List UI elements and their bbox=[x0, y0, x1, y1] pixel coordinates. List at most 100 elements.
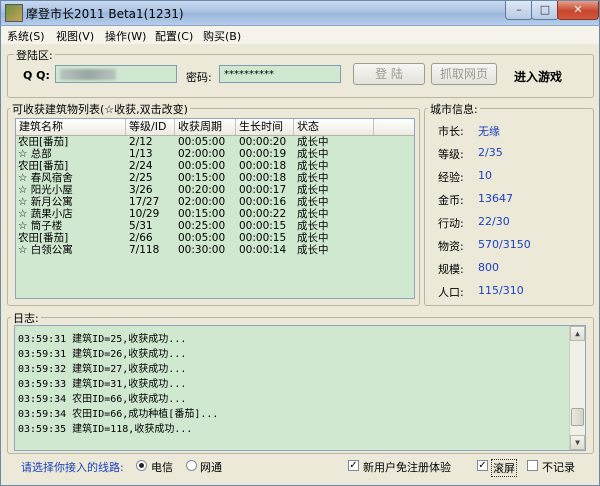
table-row[interactable]: 农田[番茄] 2/66 00:05:00 00:00:15 成长中 bbox=[16, 232, 414, 244]
cell-cycle: 00:30:00 bbox=[178, 244, 226, 256]
minimize-button[interactable]: – bbox=[505, 1, 533, 20]
city-info-value: 115/310 bbox=[478, 284, 524, 297]
cell-status: 成长中 bbox=[297, 196, 329, 208]
window-title: 摩登市长2011 Beta1(1231) bbox=[26, 7, 184, 21]
cell-name: ☆ 新月公寓 bbox=[18, 196, 73, 208]
cell-cycle: 02:00:00 bbox=[178, 196, 226, 208]
cell-growth: 00:00:15 bbox=[239, 232, 287, 244]
cell-growth: 00:00:18 bbox=[239, 160, 287, 172]
checkbox-no-log-label[interactable]: 不记录 bbox=[542, 459, 575, 475]
cell-level-id: 2/12 bbox=[129, 136, 153, 148]
city-info-label: 等级: bbox=[438, 148, 464, 161]
title-bar[interactable]: 摩登市长2011 Beta1(1231) – □ ✕ bbox=[1, 1, 599, 26]
table-row[interactable]: ☆ 筒子楼 5/31 00:25:00 00:00:15 成长中 bbox=[16, 220, 414, 232]
table-row[interactable]: ☆ 白领公寓 7/118 00:30:00 00:00:14 成长中 bbox=[16, 244, 414, 256]
city-info-value: 10 bbox=[478, 169, 492, 182]
cell-name: ☆ 筒子楼 bbox=[18, 220, 63, 232]
cell-status: 成长中 bbox=[297, 244, 329, 256]
maximize-button[interactable]: □ bbox=[531, 1, 559, 20]
scroll-up-arrow[interactable]: ▲ bbox=[570, 326, 585, 341]
table-row[interactable]: ☆ 春风宿舍 2/25 00:15:00 00:00:18 成长中 bbox=[16, 172, 414, 184]
city-info-label: 行动: bbox=[438, 217, 464, 230]
cell-cycle: 00:05:00 bbox=[178, 160, 226, 172]
buildings-legend: 可收获建筑物列表(☆收获,双击改变) bbox=[10, 101, 190, 117]
close-button[interactable]: ✕ bbox=[557, 1, 599, 20]
cell-name: ☆ 白领公寓 bbox=[18, 244, 73, 256]
cell-growth: 00:00:19 bbox=[239, 148, 287, 160]
cell-status: 成长中 bbox=[297, 136, 329, 148]
table-row[interactable]: ☆ 阳光小屋 3/26 00:20:00 00:00:17 成长中 bbox=[16, 184, 414, 196]
cell-level-id: 3/26 bbox=[129, 184, 153, 196]
buildings-list[interactable]: 建筑名称 等级/ID 收获周期 生长时间 状态 农田[番茄] 2/12 00:05:… bbox=[15, 118, 415, 299]
col-growth[interactable]: 生长时间 bbox=[236, 119, 294, 135]
password-input[interactable]: ********** bbox=[219, 65, 341, 83]
cell-growth: 00:00:17 bbox=[239, 184, 287, 196]
cell-status: 成长中 bbox=[297, 184, 329, 196]
radio-netcom-label[interactable]: 网通 bbox=[200, 459, 222, 475]
list-header: 建筑名称 等级/ID 收获周期 生长时间 状态 bbox=[16, 119, 414, 136]
cell-level-id: 7/118 bbox=[129, 244, 160, 256]
cell-name: 农田[番茄] bbox=[18, 136, 69, 148]
city-info-value: 22/30 bbox=[478, 215, 510, 228]
cell-growth: 00:00:20 bbox=[239, 136, 287, 148]
scroll-down-arrow[interactable]: ▼ bbox=[570, 435, 585, 450]
cell-status: 成长中 bbox=[297, 232, 329, 244]
checkbox-scroll-label[interactable]: 滚屏 bbox=[491, 459, 517, 477]
cell-name: 农田[番茄] bbox=[18, 232, 69, 244]
cell-level-id: 2/25 bbox=[129, 172, 153, 184]
checkbox-new-user[interactable]: ✓ bbox=[348, 460, 359, 471]
col-status[interactable]: 状态 bbox=[294, 119, 374, 135]
checkbox-no-log[interactable] bbox=[527, 460, 538, 471]
menu-bar: 系统(S) 视图(V) 操作(W) 配置(C) 购买(B) bbox=[1, 26, 599, 44]
log-legend: 日志: bbox=[11, 310, 41, 326]
login-legend: 登陆区: bbox=[14, 47, 55, 63]
col-name[interactable]: 建筑名称 bbox=[16, 119, 126, 135]
maximize-icon: □ bbox=[539, 3, 551, 16]
city-info-label: 经验: bbox=[438, 171, 464, 184]
cell-cycle: 02:00:00 bbox=[178, 148, 226, 160]
close-icon: ✕ bbox=[573, 3, 583, 16]
cell-status: 成长中 bbox=[297, 220, 329, 232]
radio-telecom-label[interactable]: 电信 bbox=[151, 459, 173, 475]
enter-game-link[interactable]: 进入游戏 bbox=[514, 68, 562, 85]
cell-growth: 00:00:18 bbox=[239, 172, 287, 184]
log-line: 03:59:34 农田ID=66,成功种植[番茄]... bbox=[18, 409, 219, 420]
cell-growth: 00:00:15 bbox=[239, 220, 287, 232]
qq-input[interactable] bbox=[55, 65, 177, 83]
city-info-value: 570/3150 bbox=[478, 238, 531, 251]
minimize-icon: – bbox=[516, 3, 522, 16]
login-button[interactable]: 登 陆 bbox=[353, 63, 425, 85]
cell-cycle: 00:20:00 bbox=[178, 184, 226, 196]
cell-level-id: 10/29 bbox=[129, 208, 160, 220]
col-level-id[interactable]: 等级/ID bbox=[126, 119, 175, 135]
table-row[interactable]: 农田[番茄] 2/24 00:05:00 00:00:18 成长中 bbox=[16, 160, 414, 172]
menu-config[interactable]: 配置(C) bbox=[155, 28, 193, 44]
menu-view[interactable]: 视图(V) bbox=[56, 28, 94, 44]
table-row[interactable]: ☆ 总部 1/13 02:00:00 00:00:19 成长中 bbox=[16, 148, 414, 160]
checkbox-scroll[interactable]: ✓ bbox=[477, 460, 488, 471]
menu-buy[interactable]: 购买(B) bbox=[203, 28, 241, 44]
city-info-label: 规模: bbox=[438, 263, 464, 276]
radio-telecom[interactable] bbox=[136, 460, 147, 471]
log-box[interactable]: 03:59:31 建筑ID=25,收获成功... 03:59:31 建筑ID=26… bbox=[14, 325, 586, 451]
checkbox-new-user-label[interactable]: 新用户免注册体验 bbox=[363, 459, 451, 475]
cell-level-id: 2/24 bbox=[129, 160, 153, 172]
city-info-label: 市长: bbox=[438, 125, 464, 138]
city-info-value: 2/35 bbox=[478, 146, 503, 159]
table-row[interactable]: ☆ 新月公寓 17/27 02:00:00 00:00:16 成长中 bbox=[16, 196, 414, 208]
table-row[interactable]: ☆ 蔬果小店 10/29 00:15:00 00:00:22 成长中 bbox=[16, 208, 414, 220]
table-row[interactable]: 农田[番茄] 2/12 00:05:00 00:00:20 成长中 bbox=[16, 136, 414, 148]
app-icon bbox=[5, 4, 23, 22]
menu-system[interactable]: 系统(S) bbox=[7, 28, 45, 44]
cell-level-id: 5/31 bbox=[129, 220, 153, 232]
menu-operation[interactable]: 操作(W) bbox=[105, 28, 146, 44]
grab-page-button[interactable]: 抓取网页 bbox=[431, 63, 497, 85]
cell-cycle: 00:15:00 bbox=[178, 172, 226, 184]
log-line: 03:59:33 建筑ID=31,收获成功... bbox=[18, 379, 187, 390]
scroll-thumb[interactable] bbox=[571, 408, 584, 426]
radio-netcom[interactable] bbox=[186, 460, 197, 471]
log-scrollbar[interactable]: ▲ ▼ bbox=[569, 326, 585, 450]
cell-name: ☆ 蔬果小店 bbox=[18, 208, 73, 220]
col-cycle[interactable]: 收获周期 bbox=[175, 119, 236, 135]
cell-cycle: 00:15:00 bbox=[178, 208, 226, 220]
